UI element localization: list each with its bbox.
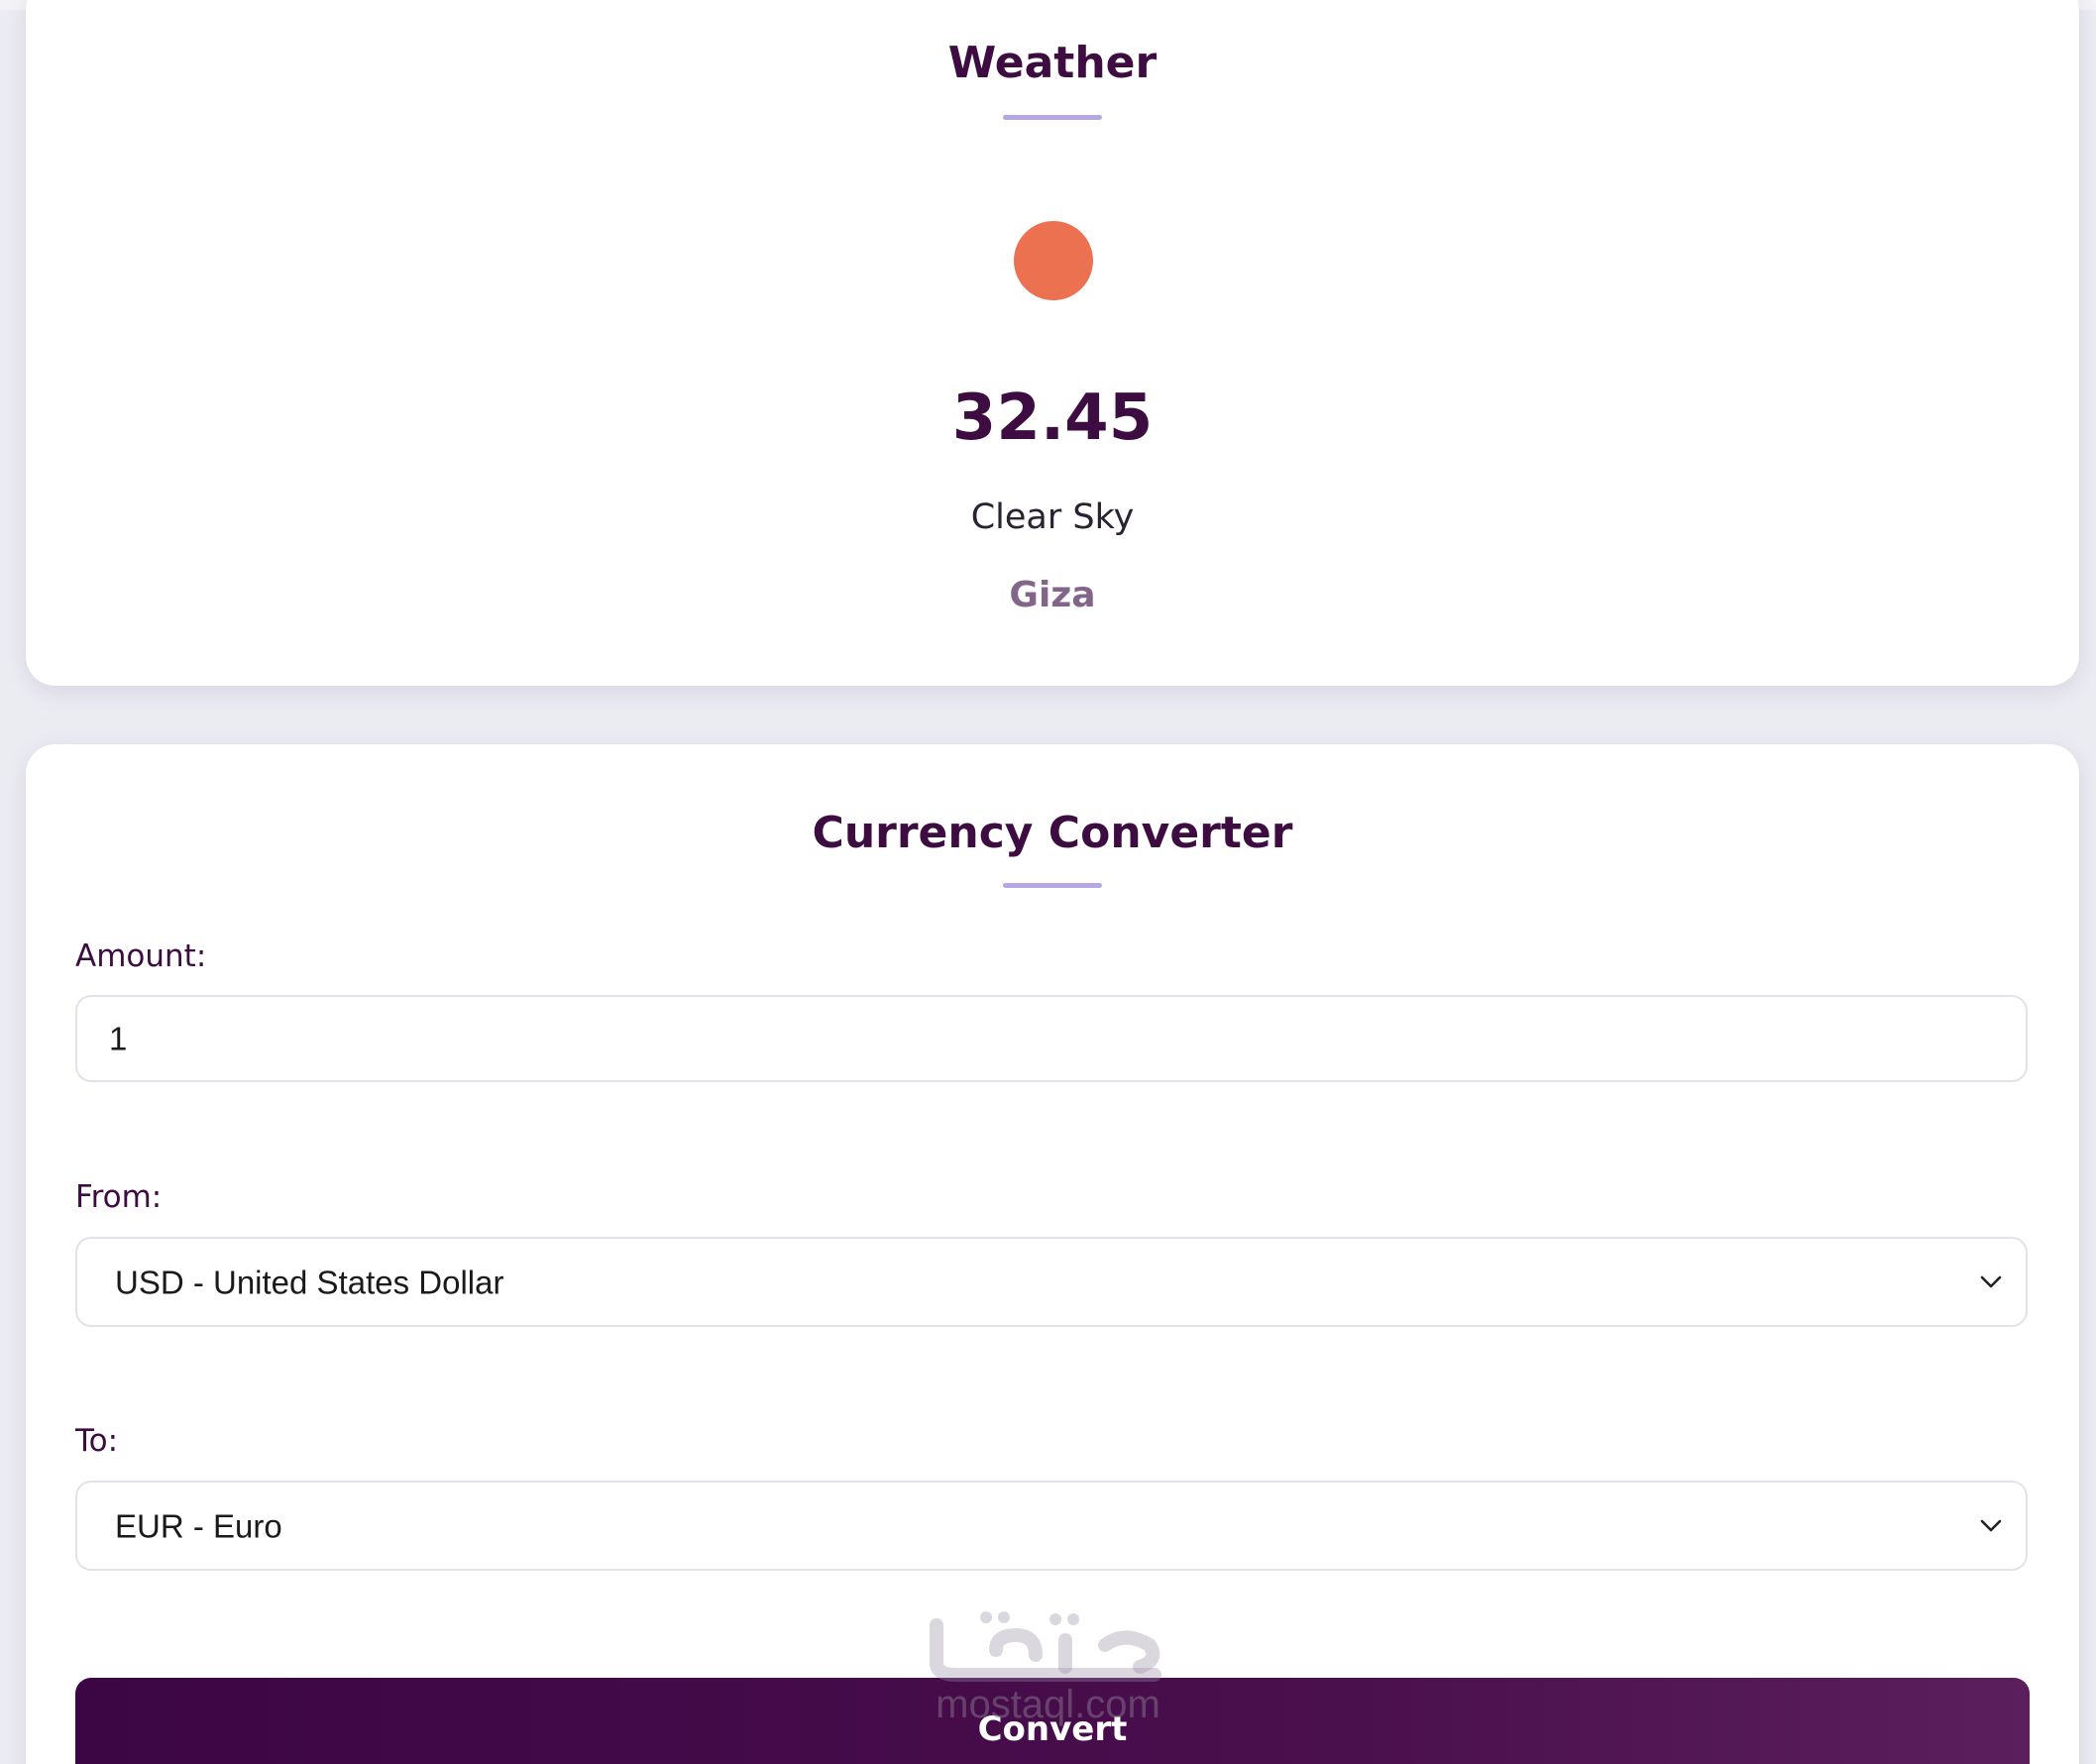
temperature-value: 32.45 <box>951 382 1154 455</box>
weather-description: Clear Sky <box>970 497 1135 537</box>
to-label: To: <box>75 1423 119 1459</box>
chevron-down-icon <box>1980 1275 2002 1287</box>
currency-converter-card: Currency Converter Amount: 1 From: USD -… <box>26 744 2079 1764</box>
sun-icon <box>1014 221 1093 300</box>
weather-card: Weather 32.45 Clear Sky Giza <box>26 0 2079 686</box>
to-currency-value: EUR - Euro <box>115 1507 282 1544</box>
chevron-down-icon <box>1980 1519 2002 1531</box>
from-currency-select[interactable]: USD - United States Dollar <box>75 1237 2028 1327</box>
amount-input[interactable]: 1 <box>75 995 2028 1082</box>
from-currency-value: USD - United States Dollar <box>115 1264 504 1300</box>
weather-title-underline <box>1003 115 1102 120</box>
city-name: Giza <box>1009 575 1096 615</box>
amount-label: Amount: <box>75 938 207 974</box>
currency-title-underline <box>1003 883 1102 888</box>
to-currency-select[interactable]: EUR - Euro <box>75 1481 2028 1571</box>
from-label: From: <box>75 1179 163 1215</box>
amount-input-value: 1 <box>109 1020 128 1057</box>
page: Weather 32.45 Clear Sky Giza Currency Co… <box>0 0 2096 1764</box>
weather-title: Weather <box>947 38 1158 88</box>
currency-title: Currency Converter <box>812 808 1293 858</box>
convert-button-label: Convert <box>977 1709 1128 1749</box>
convert-button[interactable]: Convert <box>75 1678 2030 1764</box>
